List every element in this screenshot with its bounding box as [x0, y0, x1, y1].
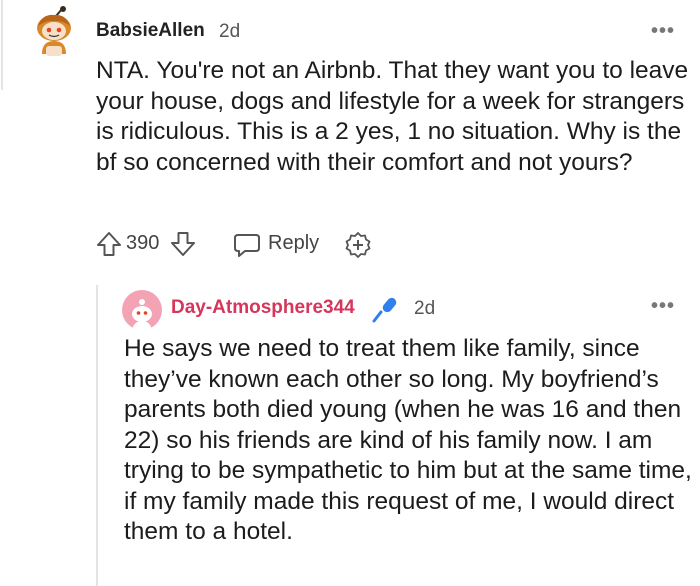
avatar[interactable]	[32, 6, 76, 60]
comment-timestamp: 2d	[219, 21, 241, 42]
award-plus-icon[interactable]	[344, 231, 372, 264]
comment-author[interactable]: BabsieAllen	[96, 20, 205, 42]
comment-body: NTA. You're not an Airbnb. That they wan…	[96, 57, 689, 176]
microphone-icon	[370, 295, 400, 330]
reply-author[interactable]: Day-Atmosphere344	[171, 297, 355, 319]
overflow-menu-icon[interactable]: •••	[651, 295, 675, 318]
avatar[interactable]	[122, 290, 162, 330]
upvote-icon[interactable]	[96, 231, 122, 262]
snoo-avatar-icon	[37, 6, 71, 56]
reply-timestamp: 2d	[414, 298, 436, 319]
reply-body: He says we need to treat them like famil…	[124, 335, 692, 545]
reply-button[interactable]: Reply	[268, 232, 319, 255]
thread-line	[1, 0, 3, 90]
thread-line	[96, 285, 98, 586]
overflow-menu-icon[interactable]: •••	[651, 20, 675, 43]
vote-score: 390	[126, 232, 160, 254]
downvote-icon[interactable]	[170, 231, 196, 262]
snoo-avatar-icon	[122, 290, 162, 330]
reply-bubble-icon[interactable]	[233, 232, 261, 263]
